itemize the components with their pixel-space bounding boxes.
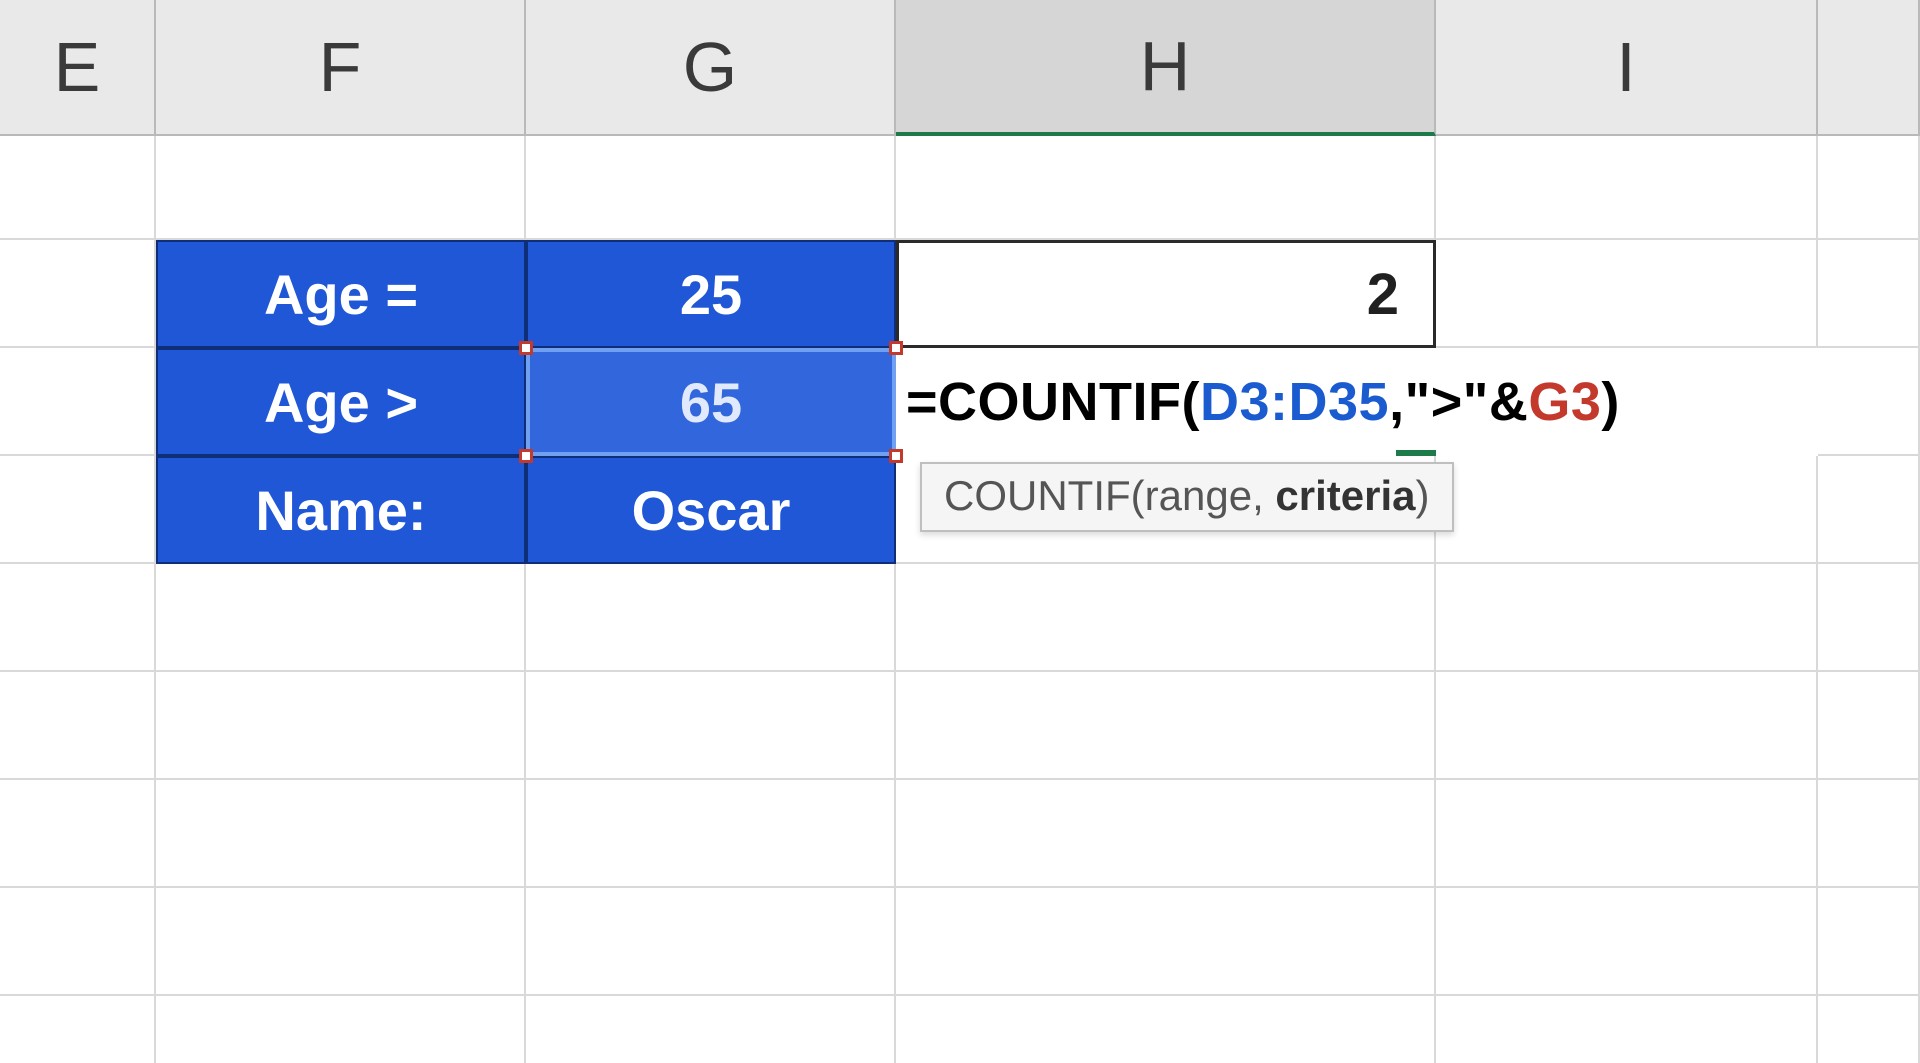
cell-h1[interactable] xyxy=(896,136,1436,240)
cell-h9[interactable] xyxy=(896,996,1436,1063)
cell-f5[interactable] xyxy=(156,564,526,672)
cell-g7[interactable] xyxy=(526,780,896,888)
cell-over-5 xyxy=(1818,564,1920,672)
cell-f2-label-age-eq[interactable]: Age = xyxy=(156,240,526,348)
formula-sep: , xyxy=(1389,371,1405,433)
label-text: Name: xyxy=(255,478,426,543)
cell-e6[interactable] xyxy=(0,672,156,780)
column-header-overflow xyxy=(1818,0,1920,136)
column-header-label: E xyxy=(54,27,101,107)
range-handle-tl[interactable] xyxy=(519,341,533,355)
cell-f4-label-name[interactable]: Name: xyxy=(156,456,526,564)
cell-i5[interactable] xyxy=(1436,564,1818,672)
column-header-h[interactable]: H xyxy=(896,0,1436,136)
formula-close: ) xyxy=(1601,371,1619,433)
cell-g6[interactable] xyxy=(526,672,896,780)
cell-over-6 xyxy=(1818,672,1920,780)
cell-over-1 xyxy=(1818,136,1920,240)
cell-f3-label-age-gt[interactable]: Age > xyxy=(156,348,526,456)
cell-over-8 xyxy=(1818,888,1920,996)
cell-f9[interactable] xyxy=(156,996,526,1063)
cell-over-7 xyxy=(1818,780,1920,888)
column-header-label: H xyxy=(1140,26,1191,106)
value-text: Oscar xyxy=(632,478,791,543)
column-header-label: I xyxy=(1616,27,1635,107)
column-header-label: F xyxy=(319,27,362,107)
tooltip-arg-range[interactable]: range xyxy=(1145,472,1252,519)
cell-i9[interactable] xyxy=(1436,996,1818,1063)
spreadsheet-viewport[interactable]: E F G H I Age = 25 2 Age > 65 =COUNTIF(D… xyxy=(0,0,1920,1063)
range-handle-tr[interactable] xyxy=(889,341,903,355)
column-header-i[interactable]: I xyxy=(1436,0,1818,136)
column-header-e[interactable]: E xyxy=(0,0,156,136)
formula-literal: ">"& xyxy=(1405,371,1529,433)
label-text: Age = xyxy=(264,262,418,327)
cell-i6[interactable] xyxy=(1436,672,1818,780)
cell-f1[interactable] xyxy=(156,136,526,240)
cell-g8[interactable] xyxy=(526,888,896,996)
cell-e1[interactable] xyxy=(0,136,156,240)
cell-f6[interactable] xyxy=(156,672,526,780)
value-text: 25 xyxy=(680,262,742,327)
formula-function: COUNTIF xyxy=(938,371,1181,433)
result-value: 2 xyxy=(1367,261,1399,328)
cell-g1[interactable] xyxy=(526,136,896,240)
cell-g3-value-age-gt[interactable]: 65 xyxy=(526,348,896,456)
cell-i8[interactable] xyxy=(1436,888,1818,996)
cell-e8[interactable] xyxy=(0,888,156,996)
cell-e5[interactable] xyxy=(0,564,156,672)
cell-e9[interactable] xyxy=(0,996,156,1063)
cell-over-4 xyxy=(1818,456,1920,564)
cell-over-3 xyxy=(1818,348,1920,456)
cell-g2-value-age-eq[interactable]: 25 xyxy=(526,240,896,348)
cell-i2[interactable] xyxy=(1436,240,1818,348)
cell-h2-result[interactable]: 2 xyxy=(896,240,1436,348)
column-header-label: G xyxy=(683,27,737,107)
cell-e4[interactable] xyxy=(0,456,156,564)
cell-h6[interactable] xyxy=(896,672,1436,780)
value-text: 65 xyxy=(680,370,742,435)
cell-i1[interactable] xyxy=(1436,136,1818,240)
tooltip-function: COUNTIF xyxy=(944,472,1131,519)
cell-e7[interactable] xyxy=(0,780,156,888)
cell-i7[interactable] xyxy=(1436,780,1818,888)
formula-range: D3:D35 xyxy=(1200,371,1389,433)
cell-h8[interactable] xyxy=(896,888,1436,996)
cell-e3[interactable] xyxy=(0,348,156,456)
range-handle-bl[interactable] xyxy=(519,449,533,463)
range-handle-br[interactable] xyxy=(889,449,903,463)
formula-cellref: G3 xyxy=(1528,371,1601,433)
cell-i4[interactable] xyxy=(1436,456,1818,564)
cell-h7[interactable] xyxy=(896,780,1436,888)
column-header-g[interactable]: G xyxy=(526,0,896,136)
cell-over-2 xyxy=(1818,240,1920,348)
column-header-f[interactable]: F xyxy=(156,0,526,136)
cell-f7[interactable] xyxy=(156,780,526,888)
cell-e2[interactable] xyxy=(0,240,156,348)
formula-prefix: = xyxy=(906,371,938,433)
tooltip-arg-criteria[interactable]: criteria xyxy=(1275,472,1415,519)
formula-open: ( xyxy=(1182,371,1200,433)
label-text: Age > xyxy=(264,370,418,435)
cell-h3-formula-editor[interactable]: =COUNTIF(D3:D35,">"&G3) xyxy=(896,348,1818,456)
formula-tooltip[interactable]: COUNTIF(range, criteria) xyxy=(920,462,1454,532)
cell-g9[interactable] xyxy=(526,996,896,1063)
cell-g5[interactable] xyxy=(526,564,896,672)
cell-h5[interactable] xyxy=(896,564,1436,672)
cell-f8[interactable] xyxy=(156,888,526,996)
cell-over-9 xyxy=(1818,996,1920,1063)
cell-g4-value-name[interactable]: Oscar xyxy=(526,456,896,564)
